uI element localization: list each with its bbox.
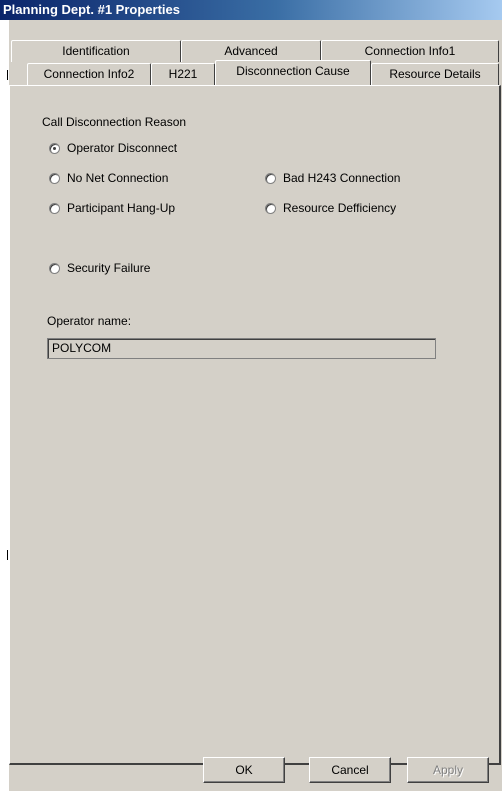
radio-label: Resource Defficiency (283, 201, 397, 215)
edge-tick (7, 70, 8, 80)
radio-resource-defficiency[interactable]: Resource Defficiency (265, 201, 396, 215)
radio-label: No Net Connection (67, 171, 169, 185)
radio-participant-hang-up[interactable]: Participant Hang-Up (49, 201, 175, 215)
radio-dot-icon (49, 262, 60, 274)
tab-identification[interactable]: Identification (11, 40, 181, 62)
radio-label: Security Failure (67, 261, 151, 275)
tab-advanced[interactable]: Advanced (181, 40, 321, 62)
group-legend: Call Disconnection Reason (40, 114, 189, 130)
operator-name-label: Operator name: (47, 314, 132, 328)
tab-h221[interactable]: H221 (151, 63, 215, 85)
radio-security-failure[interactable]: Security Failure (49, 261, 150, 275)
tab-panel (9, 85, 501, 765)
properties-dialog: Identification Advanced Connection Info1… (9, 20, 502, 791)
tab-connection-info2[interactable]: Connection Info2 (27, 63, 151, 85)
radio-no-net-connection[interactable]: No Net Connection (49, 171, 168, 185)
tab-resource-details[interactable]: Resource Details (371, 63, 499, 85)
left-edge (0, 20, 9, 791)
radio-bad-h243-connection[interactable]: Bad H243 Connection (265, 171, 400, 185)
edge-tick (7, 550, 8, 560)
radio-label: Participant Hang-Up (67, 201, 176, 215)
radio-dot-icon (49, 172, 60, 184)
radio-label: Operator Disconnect (67, 141, 178, 155)
apply-button[interactable]: Apply (407, 757, 489, 783)
window-title: Planning Dept. #1 Properties (0, 0, 502, 20)
tab-disconnection-cause[interactable]: Disconnection Cause (215, 60, 371, 85)
ok-button[interactable]: OK (203, 757, 285, 783)
radio-dot-icon (49, 142, 60, 154)
radio-dot-icon (265, 202, 276, 214)
radio-label: Bad H243 Connection (283, 171, 401, 185)
operator-name-field[interactable]: POLYCOM (47, 338, 436, 359)
cancel-button[interactable]: Cancel (309, 757, 391, 783)
radio-dot-icon (265, 172, 276, 184)
tab-connection-info1[interactable]: Connection Info1 (321, 40, 499, 62)
radio-operator-disconnect[interactable]: Operator Disconnect (49, 141, 177, 155)
radio-dot-icon (49, 202, 60, 214)
